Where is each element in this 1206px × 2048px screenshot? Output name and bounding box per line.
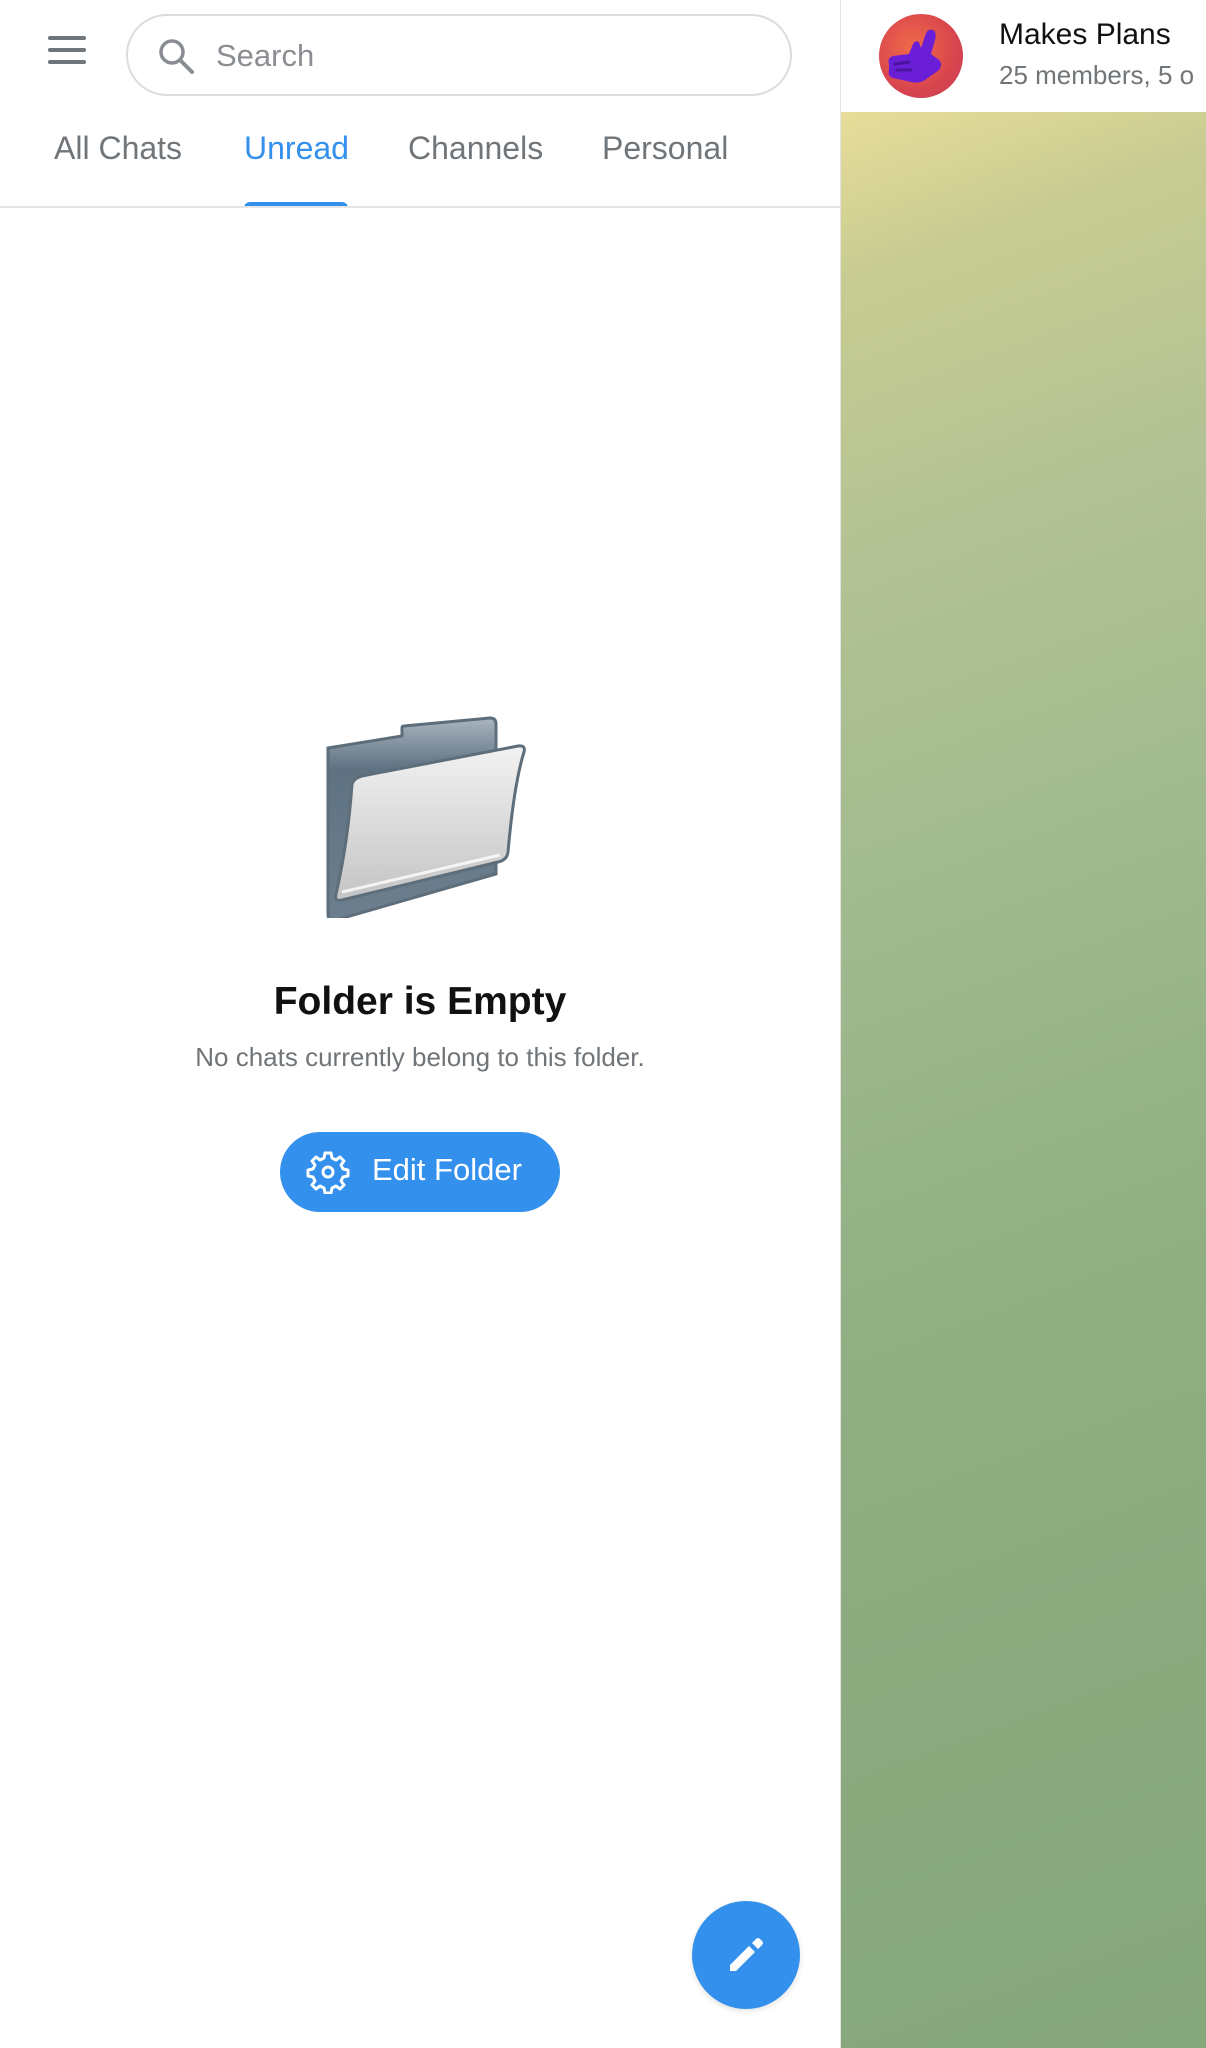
chat-panel: Makes Plans 25 members, 5 o (841, 0, 1206, 2048)
folder-tabs: All Chats Unread Channels Personal (0, 110, 840, 208)
chat-list-panel: All Chats Unread Channels Personal Folde… (0, 0, 840, 2048)
tab-channels[interactable]: Channels (408, 130, 543, 167)
hamburger-icon (48, 36, 86, 40)
new-message-button[interactable] (692, 1901, 800, 2009)
gear-icon (306, 1151, 350, 1194)
tab-all-chats[interactable]: All Chats (54, 130, 182, 167)
empty-folder-subtitle: No chats currently belong to this folder… (195, 1042, 645, 1072)
search-box[interactable] (126, 14, 792, 96)
call-me-hand-icon (888, 29, 941, 83)
search-icon (159, 39, 194, 74)
edit-folder-button[interactable]: Edit Folder (280, 1132, 560, 1212)
tab-unread[interactable]: Unread (244, 130, 349, 167)
chat-title: Makes Plans (999, 18, 1171, 51)
edit-folder-label: Edit Folder (372, 1152, 522, 1187)
tab-personal[interactable]: Personal (602, 130, 728, 167)
chat-header[interactable]: Makes Plans 25 members, 5 o (841, 0, 1206, 112)
chat-subtitle: 25 members, 5 o (999, 60, 1195, 90)
pencil-icon (730, 1938, 763, 1971)
main-menu-button[interactable] (48, 36, 96, 76)
search-input[interactable] (214, 32, 758, 80)
avatar[interactable] (879, 14, 963, 98)
chat-wallpaper (841, 112, 1206, 2048)
tabs-divider (0, 206, 840, 208)
empty-folder-icon (326, 716, 526, 918)
empty-folder-title: Folder is Empty (273, 980, 567, 1023)
